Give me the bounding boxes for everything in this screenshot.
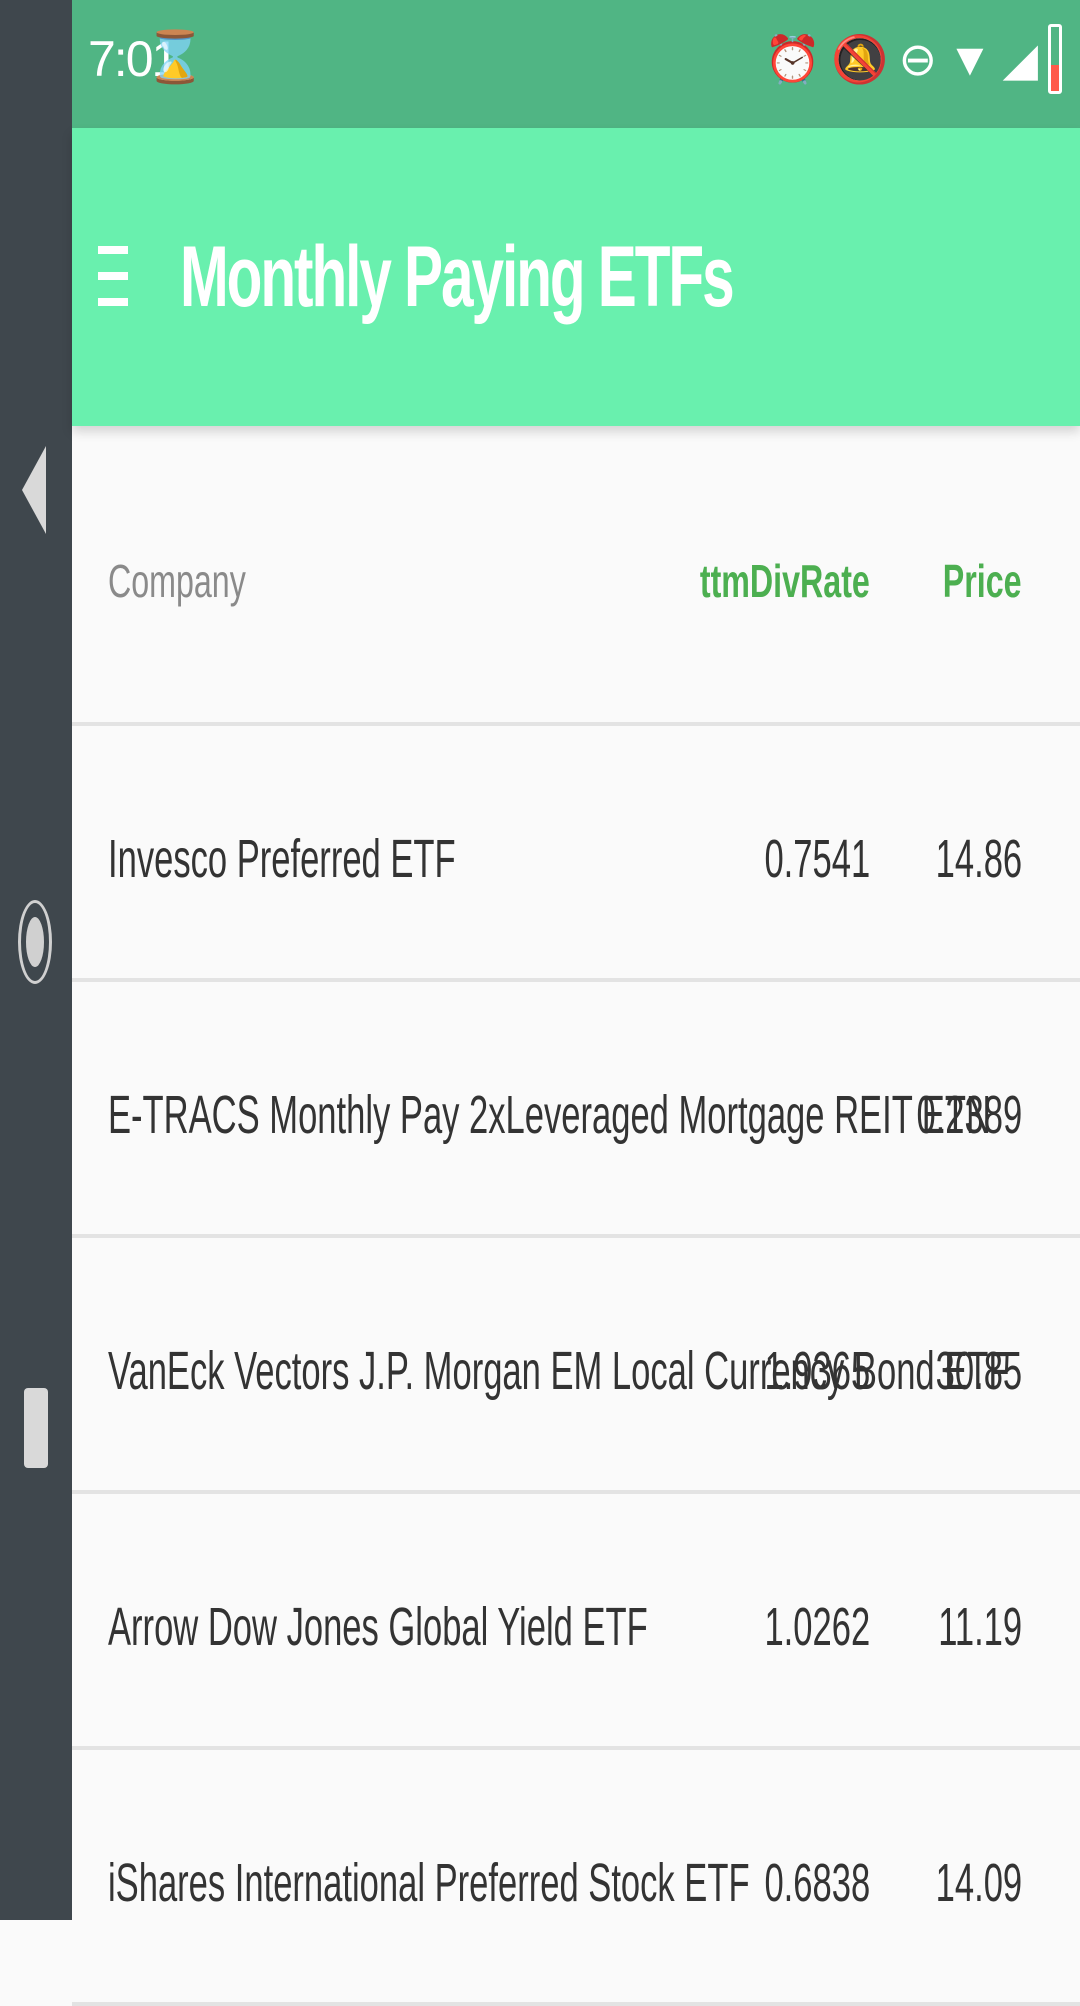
company-name: E-TRACS Monthly Pay 2xLeveraged Mortgage…: [108, 1085, 991, 1145]
etf-table: Company ttmDivRate Price Invesco Preferr…: [72, 426, 1080, 2006]
home-icon[interactable]: [18, 900, 52, 984]
price-value: 0.2389: [916, 1085, 1022, 1145]
company-name: Arrow Dow Jones Global Yield ETF: [108, 1597, 648, 1657]
column-header-ttmdivrate[interactable]: ttmDivRate: [700, 554, 870, 608]
do-not-disturb-icon: ⊖: [898, 33, 938, 85]
status-bar: 7:01 ⌛ ⏰ 🔕 ⊖ ▼ ◢: [72, 0, 1080, 128]
menu-icon[interactable]: [98, 246, 128, 306]
table-row[interactable]: iShares International Preferred Stock ET…: [72, 1750, 1080, 2006]
ttmdivrate-value: 1.0262: [764, 1597, 870, 1657]
notifications-off-icon: 🔕: [831, 32, 889, 85]
company-name: VanEck Vectors J.P. Morgan EM Local Curr…: [108, 1341, 1010, 1401]
price-value: 30.85: [935, 1341, 1022, 1401]
system-nav-bar: [0, 0, 72, 1920]
ttmdivrate-value: 0.7541: [764, 829, 870, 889]
app-bar: Monthly Paying ETFs: [72, 128, 1080, 426]
alarm-icon: ⏰: [763, 32, 822, 85]
column-header-price[interactable]: Price: [943, 554, 1022, 608]
wifi-icon: ▼: [947, 33, 993, 85]
page-title: Monthly Paying ETFs: [180, 229, 735, 325]
back-icon[interactable]: [22, 446, 46, 534]
company-name: iShares International Preferred Stock ET…: [108, 1853, 750, 1913]
table-row[interactable]: Arrow Dow Jones Global Yield ETF 1.0262 …: [72, 1494, 1080, 1750]
table-row[interactable]: VanEck Vectors J.P. Morgan EM Local Curr…: [72, 1238, 1080, 1494]
table-row[interactable]: E-TRACS Monthly Pay 2xLeveraged Mortgage…: [72, 982, 1080, 1238]
price-value: 14.86: [935, 829, 1022, 889]
status-icons: ⏰ 🔕 ⊖ ▼ ◢: [764, 24, 1062, 94]
signal-icon: ◢: [1002, 33, 1038, 85]
price-value: 14.09: [935, 1853, 1022, 1913]
battery-icon: [1048, 24, 1062, 94]
ttmdivrate-value: 0.6838: [764, 1853, 870, 1913]
table-header: Company ttmDivRate Price: [72, 426, 1080, 726]
column-header-company[interactable]: Company: [108, 554, 246, 608]
company-name: Invesco Preferred ETF: [108, 829, 456, 889]
table-row[interactable]: Invesco Preferred ETF 0.7541 14.86: [72, 726, 1080, 982]
recents-icon[interactable]: [24, 1388, 48, 1468]
ttmdivrate-value: 1.9365: [764, 1341, 870, 1401]
price-value: 11.19: [938, 1597, 1022, 1657]
hourglass-icon: ⌛: [144, 29, 207, 85]
